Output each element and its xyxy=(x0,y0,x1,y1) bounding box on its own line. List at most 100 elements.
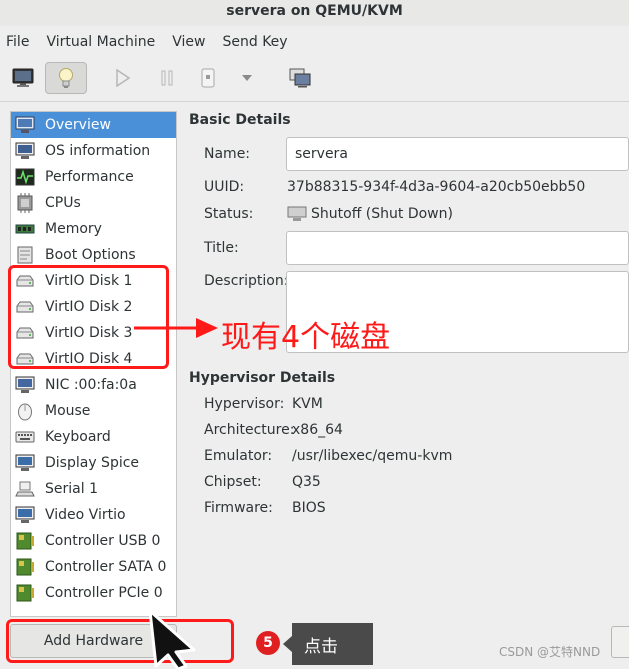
sidebar-item-display-spice[interactable]: Display Spice xyxy=(11,450,176,476)
sidebar-item-label: Mouse xyxy=(45,403,91,419)
hypervisor-value: KVM xyxy=(292,396,323,412)
firmware-value: BIOS xyxy=(292,500,326,516)
sidebar-item-label: Keyboard xyxy=(45,429,111,445)
tooltip-pointer xyxy=(283,636,292,652)
sidebar-item-label: NIC :00:fa:0a xyxy=(45,377,137,393)
chipset-value: Q35 xyxy=(292,474,321,490)
overview-icon xyxy=(14,115,36,135)
lightbulb-icon xyxy=(59,68,73,88)
window-title: servera on QEMU/KVM xyxy=(226,3,403,19)
sidebar-item-memory[interactable]: Memory xyxy=(11,216,176,242)
controller-icon xyxy=(14,583,36,603)
description-label: Description: xyxy=(204,273,289,289)
sidebar-item-mouse[interactable]: Mouse xyxy=(11,398,176,424)
serial-icon xyxy=(14,479,36,499)
video-icon xyxy=(14,505,36,525)
chevron-down-icon xyxy=(242,75,252,81)
watermark: CSDN @艾特NND xyxy=(499,645,601,659)
show-details-button[interactable] xyxy=(45,62,87,94)
sidebar-item-serial[interactable]: Serial 1 xyxy=(11,476,176,502)
click-tooltip-text: 点击 xyxy=(304,636,338,657)
disk-annotation-text: 现有4个磁盘 xyxy=(221,320,391,355)
menu-file[interactable]: File xyxy=(6,34,29,50)
status-text: Shutoff (Shut Down) xyxy=(311,206,453,222)
sidebar-item-label: Performance xyxy=(45,169,134,185)
hypervisor-details-heading: Hypervisor Details xyxy=(189,370,336,386)
sidebar-item-controller-sata-0[interactable]: Controller SATA 0 xyxy=(11,554,176,580)
basic-details-heading: Basic Details xyxy=(189,112,291,128)
menubar: File Virtual Machine View Send Key xyxy=(0,28,629,56)
firmware-label: Firmware: xyxy=(204,500,273,516)
emulator-value: /usr/libexec/qemu-kvm xyxy=(292,448,453,464)
keyboard-icon xyxy=(14,427,36,447)
memory-icon xyxy=(14,219,36,239)
uuid-label: UUID: xyxy=(204,179,245,195)
sidebar-item-controller-pcie-0[interactable]: Controller PCIe 0 xyxy=(11,580,176,606)
sidebar-item-controller-usb-0[interactable]: Controller USB 0 xyxy=(11,528,176,554)
boot-options-icon xyxy=(14,245,36,265)
sidebar-item-video-virtio[interactable]: Video Virtio xyxy=(11,502,176,528)
run-button[interactable] xyxy=(108,62,138,94)
status-label: Status: xyxy=(204,206,254,222)
architecture-value: x86_64 xyxy=(292,422,343,438)
status-value: Shutoff (Shut Down) xyxy=(287,206,453,222)
partial-button[interactable] xyxy=(611,626,629,658)
sidebar-item-performance[interactable]: Performance xyxy=(11,164,176,190)
menu-virtual-machine[interactable]: Virtual Machine xyxy=(46,34,155,50)
mouse-cursor-icon xyxy=(148,609,196,669)
nic-icon xyxy=(14,375,36,395)
windows-icon xyxy=(289,68,311,88)
sidebar-item-label: Display Spice xyxy=(45,455,140,471)
power-icon xyxy=(201,68,215,88)
menu-send-key[interactable]: Send Key xyxy=(222,34,287,50)
os-information-icon xyxy=(14,141,36,161)
pause-button[interactable] xyxy=(152,62,182,94)
sidebar-item-label: Video Virtio xyxy=(45,507,126,523)
mouse-icon xyxy=(14,401,36,421)
title-field[interactable] xyxy=(286,231,629,265)
cpu-icon xyxy=(14,193,36,213)
shutdown-dropdown-button[interactable] xyxy=(236,62,258,94)
sidebar-item-label: Serial 1 xyxy=(45,481,98,497)
add-hardware-highlight-box xyxy=(6,619,234,663)
play-icon xyxy=(116,69,131,87)
sidebar-item-nic[interactable]: NIC :00:fa:0a xyxy=(11,372,176,398)
name-field[interactable]: servera xyxy=(286,137,629,171)
step-badge: 5 xyxy=(256,631,280,655)
fullscreen-button[interactable] xyxy=(284,62,316,94)
click-tooltip: 点击 xyxy=(292,623,373,665)
title-label: Title: xyxy=(204,240,239,256)
sidebar-item-keyboard[interactable]: Keyboard xyxy=(11,424,176,450)
sidebar-item-label: Controller PCIe 0 xyxy=(45,585,163,601)
shutdown-button[interactable] xyxy=(194,62,222,94)
menu-view[interactable]: View xyxy=(172,34,205,50)
monitor-icon xyxy=(12,68,34,87)
sidebar-item-os-information[interactable]: OS information xyxy=(11,138,176,164)
pause-icon xyxy=(161,70,173,86)
sidebar-item-cpus[interactable]: CPUs xyxy=(11,190,176,216)
sidebar-item-overview[interactable]: Overview xyxy=(11,112,176,138)
sidebar-item-label: CPUs xyxy=(45,195,81,211)
emulator-label: Emulator: xyxy=(204,448,273,464)
annotation-arrow-icon xyxy=(134,318,218,338)
sidebar-item-label: Controller SATA 0 xyxy=(45,559,167,575)
name-label: Name: xyxy=(204,146,251,162)
name-field-value: servera xyxy=(295,146,348,162)
controller-icon xyxy=(14,531,36,551)
toolbar xyxy=(0,58,629,102)
shutoff-monitor-icon xyxy=(287,206,307,221)
performance-icon xyxy=(14,167,36,187)
window-titlebar: servera on QEMU/KVM xyxy=(0,0,629,26)
sidebar-item-label: Overview xyxy=(45,117,111,133)
architecture-label: Architecture: xyxy=(204,422,295,438)
controller-icon xyxy=(14,557,36,577)
show-console-button[interactable] xyxy=(4,62,42,94)
sidebar-item-label: OS information xyxy=(45,143,151,159)
display-icon xyxy=(14,453,36,473)
sidebar-item-label: Boot Options xyxy=(45,247,136,263)
chipset-label: Chipset: xyxy=(204,474,262,490)
hypervisor-label: Hypervisor: xyxy=(204,396,285,412)
sidebar-item-label: Controller USB 0 xyxy=(45,533,161,549)
uuid-value: 37b88315-934f-4d3a-9604-a20cb50ebb50 xyxy=(287,179,586,195)
sidebar-item-label: Memory xyxy=(45,221,102,237)
